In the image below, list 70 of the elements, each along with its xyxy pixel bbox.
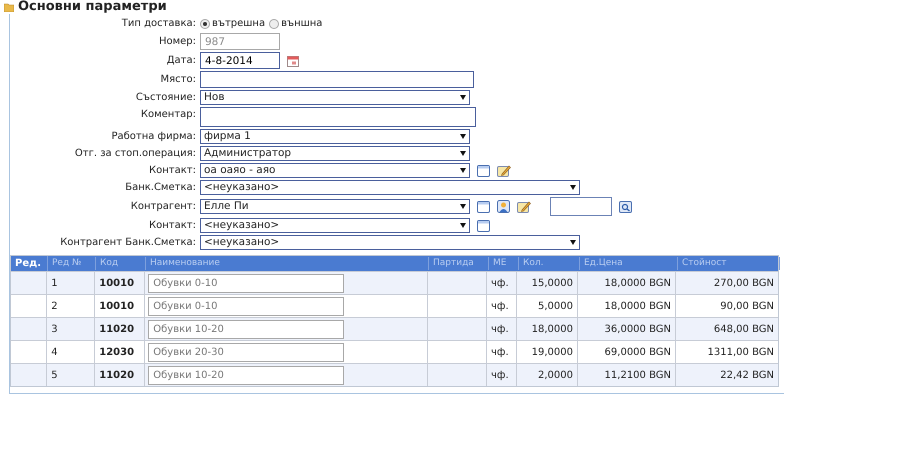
column-header: Код [96,256,146,270]
person-icon[interactable] [497,200,510,213]
dropdown[interactable]: Елле Пи [200,199,470,214]
field-label: Състояние: [134,91,196,105]
field-label: Място: [160,73,196,87]
section-title: Основни параметри [18,1,167,13]
table-cell: 2,0000 [517,364,578,386]
comment-textarea[interactable] [200,107,476,127]
search-field[interactable] [550,197,612,216]
table-cell-text: 90,00 BGN [719,300,775,314]
product-name-field[interactable]: Обувки 10-20 [148,366,344,384]
dropdown[interactable]: <неуказано> [200,218,470,233]
table-cell-text: 270,00 BGN [712,276,775,290]
column-header: Ед.Цена [580,256,678,270]
field-label: Коментар: [140,108,196,122]
product-name-field[interactable]: Обувки 10-20 [148,320,344,338]
field-label: Контрагент Банк.Сметка: [59,236,196,250]
column-header: Стойност [678,256,780,270]
column-header: Партида [429,256,489,270]
dropdown-arrow-icon [460,95,466,100]
field-label: Контакт: [148,164,196,178]
window-icon[interactable] [477,200,490,212]
field-label: Банк.Сметка: [124,181,196,195]
calendar-icon[interactable] [287,54,299,66]
date-field[interactable]: 4-8-2014 [200,52,280,69]
dropdown-arrow-icon [570,240,576,245]
dropdown[interactable]: <неуказано> [200,180,580,195]
dropdown-arrow-icon [570,185,576,190]
field-label: Работна фирма: [110,130,196,144]
table-cell-text: 22,42 BGN [719,368,775,382]
edit-icon[interactable] [517,200,531,213]
radio-button[interactable] [200,18,210,28]
field-label: Контрагент: [130,200,196,214]
dropdown-arrow-icon [460,151,466,156]
product-name-field[interactable]: Обувки 0-10 [148,296,344,316]
column-header: Кол. [519,256,580,270]
column-header: Ред № [48,256,96,270]
dropdown[interactable]: фирма 1 [200,129,470,144]
table-cell-text: 648,00 BGN [712,322,775,336]
dropdown-arrow-icon [460,134,466,139]
field-label: Контакт: [148,219,196,233]
dropdown[interactable]: Администратор [200,146,470,161]
search-icon[interactable] [619,200,632,212]
column-header: Наименование [146,256,429,270]
radio-label: външна [281,17,322,31]
table-cell: 11,2100 BGN [578,364,676,386]
dropdown[interactable]: <неуказано> [200,235,580,250]
table-cell: 11020 [95,364,146,386]
radio-button[interactable] [269,18,280,28]
dropdown[interactable]: оа оаяо - аяо [200,163,470,178]
product-name-field[interactable]: Обувки 0-10 [148,274,344,292]
field-label: Отг. за стоп.операция: [74,147,196,161]
dropdown-arrow-icon [460,168,466,173]
table-cell-text: 1311,00 BGN [706,346,775,360]
column-header: МЕ [489,256,519,270]
table-cell: чф. [487,364,517,386]
field-label: Тип доставка: [120,17,196,31]
product-name-field[interactable]: Обувки 20-30 [148,342,344,362]
radio-label: вътрешна [212,17,266,31]
field-label: Дата: [166,54,196,68]
edit-icon[interactable] [497,164,511,177]
window-icon[interactable] [477,164,490,176]
folder-icon [4,2,14,12]
text-field[interactable] [200,71,474,88]
dropdown[interactable]: Нов [200,90,470,105]
table-cell: 5 [47,364,96,386]
field-label: Номер: [158,35,196,49]
dropdown-arrow-icon [460,223,466,228]
window-icon[interactable] [477,220,490,232]
dropdown-arrow-icon [460,204,466,209]
